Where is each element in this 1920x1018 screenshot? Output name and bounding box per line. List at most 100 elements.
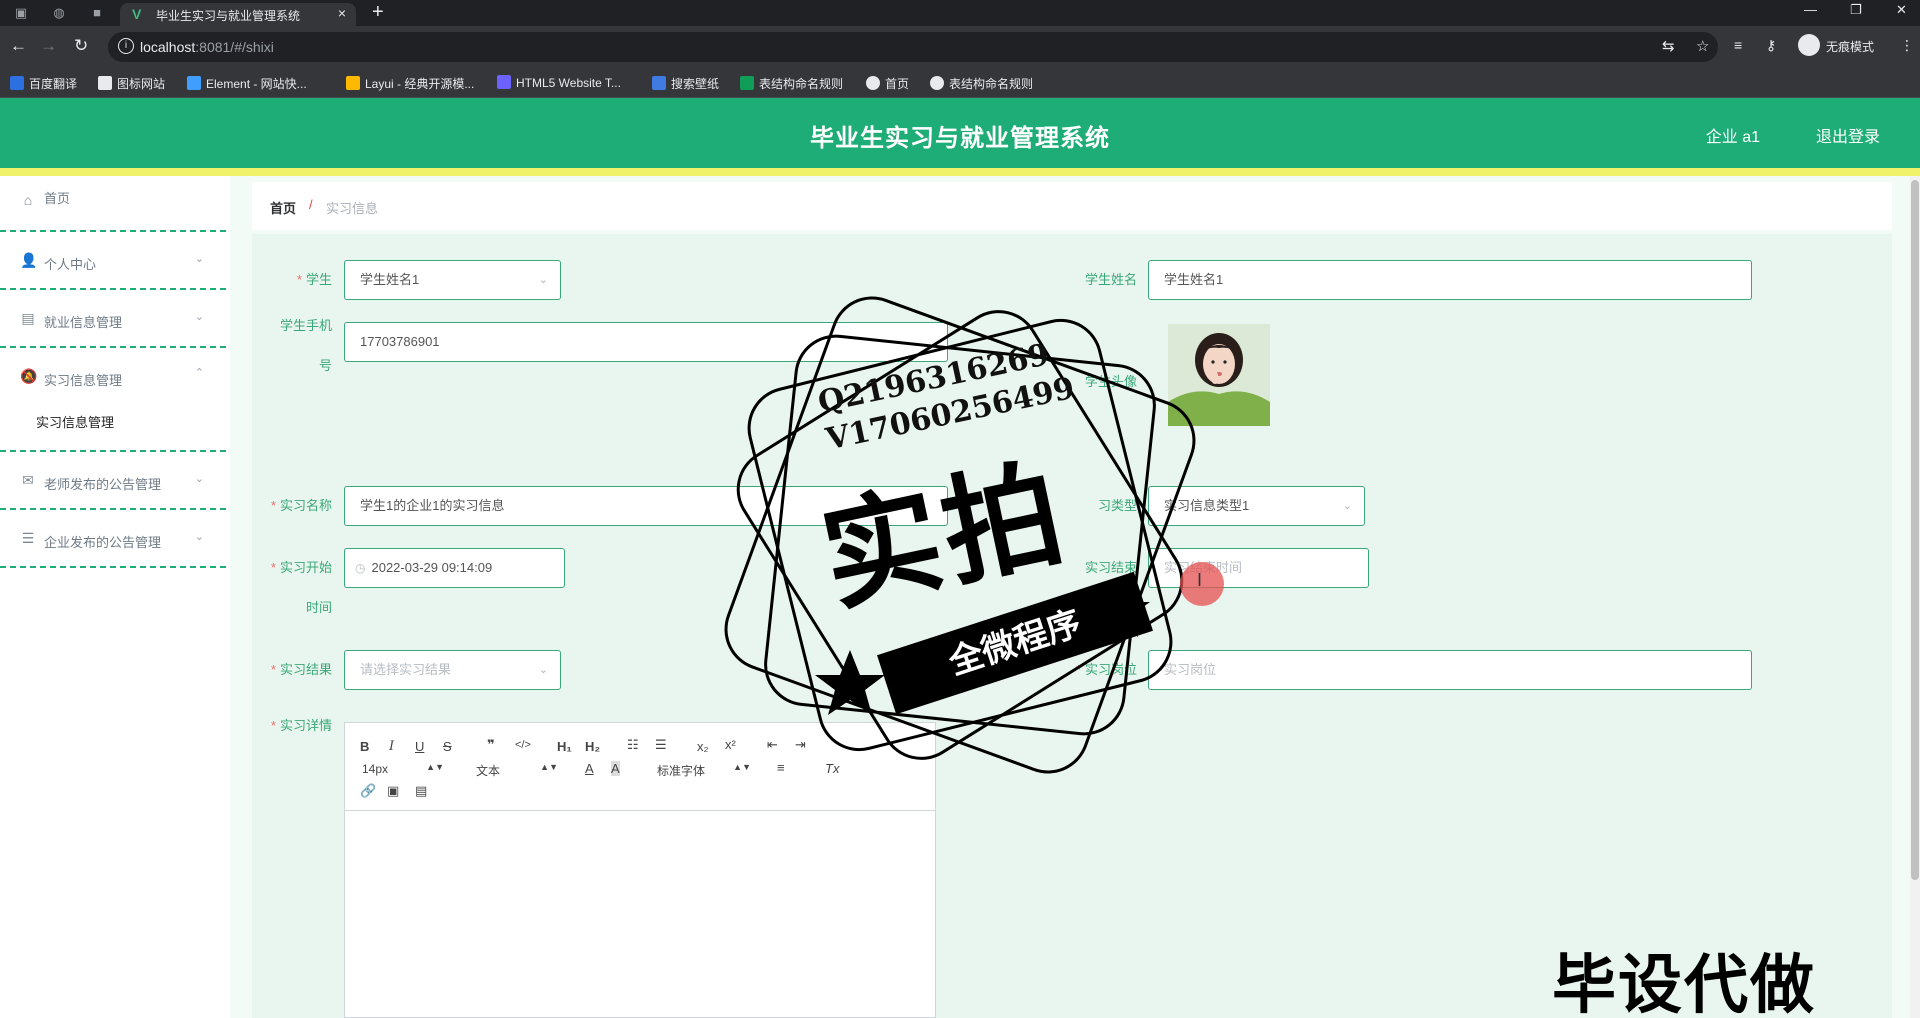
strike-button[interactable]: S	[443, 739, 452, 754]
incognito-icon[interactable]	[1798, 34, 1820, 56]
clipboard-icon: ▤	[21, 310, 35, 326]
bookmark-item[interactable]: Layui - 经典开源模...	[346, 75, 474, 92]
bullet-list-button[interactable]: ☰	[655, 737, 667, 753]
sidebar-item-label: 实习信息管理	[44, 373, 123, 388]
result-select[interactable]: 请选择实习结果 ⌄	[344, 650, 561, 690]
sidebar-item-employment[interactable]: ▤ 就业信息管理 ⌄	[0, 290, 226, 348]
incognito-label: 无痕模式	[1826, 40, 1875, 54]
page-tab-icon[interactable]: ■	[88, 4, 106, 22]
menu-kebab-icon[interactable]: ⋮	[1900, 37, 1914, 54]
indent-button[interactable]: ⇥	[795, 737, 806, 753]
ordered-list-button[interactable]: ☷	[627, 737, 639, 753]
video-icon[interactable]: ▤	[415, 783, 427, 799]
start-time-picker[interactable]: ◷ 2022-03-29 09:14:09	[344, 548, 565, 588]
underline-button[interactable]: U	[415, 739, 424, 754]
subscript-button[interactable]: x₂	[697, 739, 709, 754]
post-field[interactable]: 实习岗位	[1148, 650, 1752, 690]
bookmark-item[interactable]: 图标网站	[98, 75, 165, 92]
bilibili-icon[interactable]: ▣	[12, 4, 30, 22]
chevron-down-icon: ⌄	[1342, 500, 1352, 512]
new-tab-button[interactable]: +	[372, 1, 384, 24]
bookmark-star-icon[interactable]: ☆	[1696, 37, 1709, 55]
reload-icon[interactable]: ↻	[74, 36, 88, 56]
back-icon[interactable]: ←	[10, 36, 27, 56]
chevron-down-icon: ⌄	[194, 473, 204, 485]
clear-format-button[interactable]: Tx	[825, 761, 839, 776]
sidebar-item-personal-center[interactable]: 👤 个人中心 ⌄	[0, 232, 226, 290]
outdent-button[interactable]: ⇤	[767, 737, 778, 753]
close-window-icon[interactable]: ✕	[1896, 2, 1907, 18]
bookmark-item[interactable]: 表结构命名规则	[930, 75, 1033, 92]
bookmarks-bar: 百度翻译 图标网站 Element - 网站快... Layui - 经典开源模…	[0, 68, 1920, 98]
sliders-icon: ☰	[21, 530, 35, 546]
sidebar-item-company-notices[interactable]: ☰ 企业发布的公告管理 ⌄	[0, 510, 226, 568]
student-select[interactable]: 学生姓名1 ⌄	[344, 260, 561, 300]
start-time-label: * 实习开始 时间	[270, 560, 332, 615]
sidebar-item-home[interactable]: ⌂ 首页	[0, 176, 226, 232]
current-user: 企业 a1	[1705, 129, 1760, 146]
sidebar-item-label: 老师发布的公告管理	[44, 477, 162, 492]
sidebar-item-teacher-notices[interactable]: ✉ 老师发布的公告管理 ⌄	[0, 452, 226, 510]
chevron-down-icon: ⌄	[194, 253, 204, 265]
heading1-button[interactable]: H₁	[557, 739, 572, 754]
bookmark-item[interactable]: HTML5 Website T...	[497, 75, 621, 90]
phone-field[interactable]: 17703786901	[344, 322, 948, 362]
font-color-button[interactable]: A	[585, 761, 594, 776]
bold-button[interactable]: B	[360, 739, 369, 754]
student-name-field[interactable]: 学生姓名1	[1148, 260, 1752, 300]
home-icon: ⌂	[23, 192, 33, 208]
mail-icon: ✉	[22, 472, 34, 488]
breadcrumb-home[interactable]: 首页	[270, 198, 296, 217]
intern-type-select[interactable]: 实习信息类型1 ⌄	[1148, 486, 1365, 526]
page-scrollbar[interactable]	[1910, 176, 1920, 1018]
scrollbar-thumb[interactable]	[1911, 180, 1919, 880]
intern-name-label: * 实习名称	[270, 498, 332, 513]
sidebar-item-label: 首页	[44, 191, 71, 206]
student-avatar	[1168, 324, 1270, 426]
italic-button[interactable]: I	[389, 739, 394, 754]
code-block-button[interactable]: </>	[515, 739, 531, 751]
superscript-button[interactable]: x²	[725, 737, 736, 752]
sidebar-item-internship[interactable]: 🔕 实习信息管理 ⌃	[0, 348, 226, 390]
heading2-button[interactable]: H₂	[585, 739, 600, 754]
bookmark-item[interactable]: 搜索壁纸	[652, 75, 719, 92]
sidebar-subitem-internship-management[interactable]: 实习信息管理	[0, 390, 226, 452]
font-family-select[interactable]: 标准字体 ▲▼	[657, 762, 751, 779]
chevron-down-icon: ⌄	[538, 664, 548, 676]
logout-link[interactable]: 退出登录	[1816, 123, 1880, 147]
sidebar-item-label: 就业信息管理	[44, 315, 123, 330]
forward-icon[interactable]: →	[40, 36, 57, 56]
blockquote-button[interactable]: ❞	[487, 737, 495, 753]
bottom-watermark: 毕设代做	[1552, 949, 1816, 1018]
text-style-select[interactable]: 文本 ▲▼	[476, 762, 558, 779]
student-label: * 学生	[296, 272, 332, 287]
address-bar[interactable]: i localhost:8081/#/shixi ⇆ ☆	[108, 32, 1718, 62]
bookmark-item[interactable]: 百度翻译	[10, 75, 77, 92]
active-tab[interactable]: V 毕业生实习与就业管理系统 ×	[120, 3, 356, 26]
globe-tab-icon[interactable]: ◍	[50, 4, 68, 22]
link-icon[interactable]: 🔗	[360, 783, 376, 799]
sidebar-item-label: 个人中心	[44, 257, 97, 272]
url-text: localhost:8081/#/shixi	[140, 39, 274, 55]
close-tab-icon[interactable]: ×	[338, 5, 346, 21]
bookmark-item[interactable]: 表结构命名规则	[740, 75, 843, 92]
minimize-icon[interactable]: —	[1804, 2, 1817, 17]
text-cursor-icon: I	[1197, 570, 1203, 590]
translate-icon[interactable]: ⇆	[1662, 37, 1675, 55]
site-info-icon[interactable]: i	[118, 38, 134, 54]
align-button[interactable]: ≡	[777, 760, 785, 775]
sidebar-item-label: 企业发布的公告管理	[44, 535, 162, 550]
restore-icon[interactable]: ❐	[1850, 2, 1862, 18]
bookmark-item[interactable]: 首页	[866, 75, 909, 92]
student-name-label: 学生姓名	[1084, 272, 1137, 287]
breadcrumb-separator: /	[309, 197, 313, 212]
reading-list-icon[interactable]: ≡	[1734, 37, 1742, 53]
browser-tab-strip: ▣ ◍ ■ V 毕业生实习与就业管理系统 × + — ❐ ✕	[0, 0, 1920, 26]
font-size-select[interactable]: 14px ▲▼	[362, 762, 444, 776]
key-icon[interactable]: ⚷	[1766, 37, 1776, 54]
vue-favicon-icon: V	[132, 6, 142, 22]
bookmark-item[interactable]: Element - 网站快...	[187, 75, 307, 92]
image-icon[interactable]: ▣	[387, 783, 399, 799]
background-color-button[interactable]: A	[611, 761, 620, 776]
phone-label: 学生手机号	[279, 318, 332, 373]
